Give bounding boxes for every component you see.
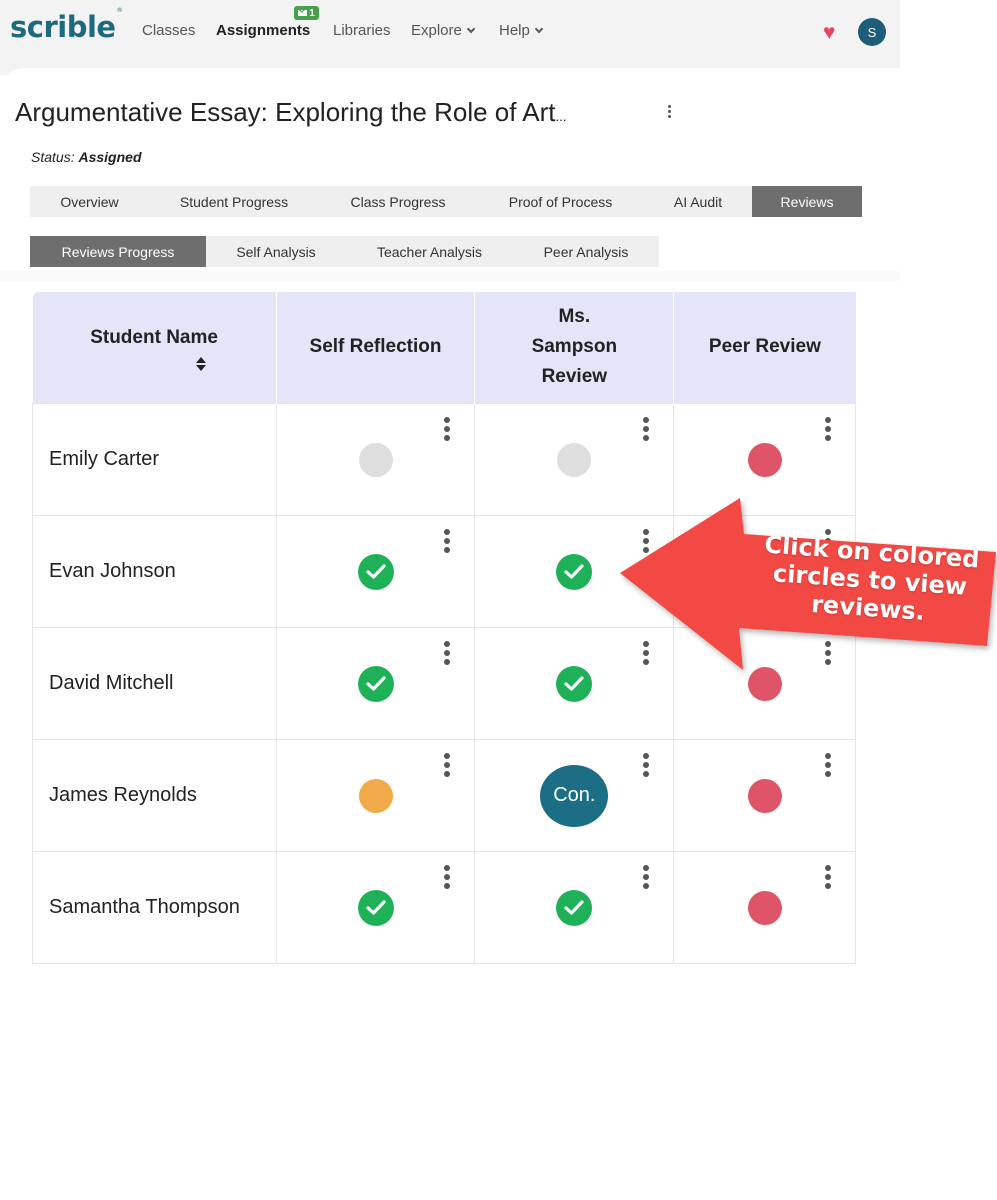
self-reflection-cell	[275, 626, 476, 740]
peer-review-cell	[673, 402, 856, 516]
peer-review-cell	[673, 738, 856, 852]
self-reflection-cell	[275, 850, 476, 964]
subtab-teacher-analysis[interactable]: Teacher Analysis	[346, 236, 513, 267]
teacher-review-cell	[474, 626, 675, 740]
more-options-icon[interactable]	[642, 640, 650, 665]
nav-assignments[interactable]: Assignments	[216, 22, 310, 39]
complete-check-icon[interactable]	[357, 665, 394, 702]
column-header-teacher-review: Ms. Sampson Review	[474, 292, 675, 403]
teacher-review-cell	[474, 850, 675, 964]
nav-explore[interactable]: Explore	[411, 22, 476, 39]
chevron-down-icon	[534, 24, 544, 34]
status-circle-grey[interactable]	[358, 442, 393, 477]
more-options-icon[interactable]	[443, 416, 451, 441]
tab-student-progress[interactable]: Student Progress	[149, 186, 319, 217]
student-name: David Mitchell	[32, 626, 277, 740]
complete-check-icon[interactable]	[357, 889, 394, 926]
subtab-self-analysis[interactable]: Self Analysis	[206, 236, 346, 267]
status-line: Status: Assigned	[31, 149, 142, 165]
self-reflection-cell	[275, 738, 476, 852]
tab-overview[interactable]: Overview	[30, 186, 149, 217]
table-row: James Reynolds Con.	[32, 738, 856, 852]
table-row: Evan Johnson	[32, 514, 856, 628]
subtab-peer-analysis[interactable]: Peer Analysis	[513, 236, 659, 267]
student-name: Evan Johnson	[32, 514, 277, 628]
table-header-row: Student Name Self Reflection Ms. Sampson…	[32, 292, 856, 403]
tab-proof-of-process[interactable]: Proof of Process	[477, 186, 644, 217]
status-circle-red[interactable]	[747, 666, 782, 701]
reviews-table: Student Name Self Reflection Ms. Sampson…	[32, 292, 856, 964]
more-options-icon[interactable]	[824, 640, 832, 665]
more-options-icon[interactable]	[642, 416, 650, 441]
envelope-icon	[298, 10, 308, 16]
column-header-peer-review: Peer Review	[673, 292, 856, 403]
peer-review-cell	[673, 626, 856, 740]
more-options-icon[interactable]	[443, 864, 451, 889]
self-reflection-cell	[275, 402, 476, 516]
avatar[interactable]: S	[858, 18, 886, 46]
complete-check-icon[interactable]	[556, 889, 593, 926]
more-options-icon[interactable]	[824, 416, 832, 441]
more-options-icon[interactable]	[443, 640, 451, 665]
complete-check-icon[interactable]	[357, 553, 394, 590]
callout-text: Click on colored circles to view reviews…	[763, 530, 981, 626]
more-options-icon[interactable]	[443, 528, 451, 553]
subtab-reviews-progress[interactable]: Reviews Progress	[30, 236, 206, 267]
section-divider	[0, 271, 900, 281]
nav-libraries[interactable]: Libraries	[333, 22, 391, 39]
tab-bar: Overview Student Progress Class Progress…	[30, 186, 862, 217]
status-badge-con[interactable]: Con.	[540, 764, 609, 827]
table-row: Samantha Thompson	[32, 850, 856, 964]
status-circle-grey[interactable]	[557, 442, 592, 477]
tab-class-progress[interactable]: Class Progress	[319, 186, 477, 217]
tab-reviews[interactable]: Reviews	[752, 186, 862, 217]
more-options-icon[interactable]	[443, 752, 451, 777]
student-name: Emily Carter	[32, 402, 277, 516]
table-row: Emily Carter	[32, 402, 856, 516]
nav-help[interactable]: Help	[499, 22, 544, 39]
status-circle-red[interactable]	[747, 890, 782, 925]
more-options-icon[interactable]	[642, 752, 650, 777]
complete-check-icon[interactable]	[556, 553, 593, 590]
teacher-review-cell	[474, 402, 675, 516]
teacher-review-cell	[474, 514, 675, 628]
status-circle-red[interactable]	[747, 778, 782, 813]
tab-ai-audit[interactable]: AI Audit	[644, 186, 752, 217]
nav-classes[interactable]: Classes	[142, 22, 195, 39]
mail-badge[interactable]: 1	[294, 6, 319, 20]
sort-icon[interactable]	[196, 357, 207, 372]
more-options-icon[interactable]	[662, 100, 676, 122]
column-header-student-name[interactable]: Student Name	[32, 292, 277, 403]
peer-review-cell	[673, 850, 856, 964]
student-name: Samantha Thompson	[32, 850, 277, 964]
more-options-icon[interactable]	[642, 864, 650, 889]
table-row: David Mitchell	[32, 626, 856, 740]
complete-check-icon[interactable]	[556, 665, 593, 702]
status-value: Assigned	[78, 149, 142, 165]
more-options-icon[interactable]	[824, 864, 832, 889]
self-reflection-cell	[275, 514, 476, 628]
scrible-logo[interactable]: scrible®	[10, 7, 123, 44]
column-header-self-reflection: Self Reflection	[276, 292, 476, 403]
more-options-icon[interactable]	[642, 528, 650, 553]
status-circle-orange[interactable]	[358, 778, 393, 813]
page-title: Argumentative Essay: Exploring the Role …	[15, 97, 567, 127]
chevron-down-icon	[466, 24, 476, 34]
subtab-bar: Reviews Progress Self Analysis Teacher A…	[30, 236, 659, 267]
more-options-icon[interactable]	[824, 752, 832, 777]
heart-icon[interactable]: ♥	[823, 22, 835, 43]
teacher-review-cell: Con.	[474, 738, 675, 852]
status-circle-red[interactable]	[747, 442, 782, 477]
student-name: James Reynolds	[32, 738, 277, 852]
